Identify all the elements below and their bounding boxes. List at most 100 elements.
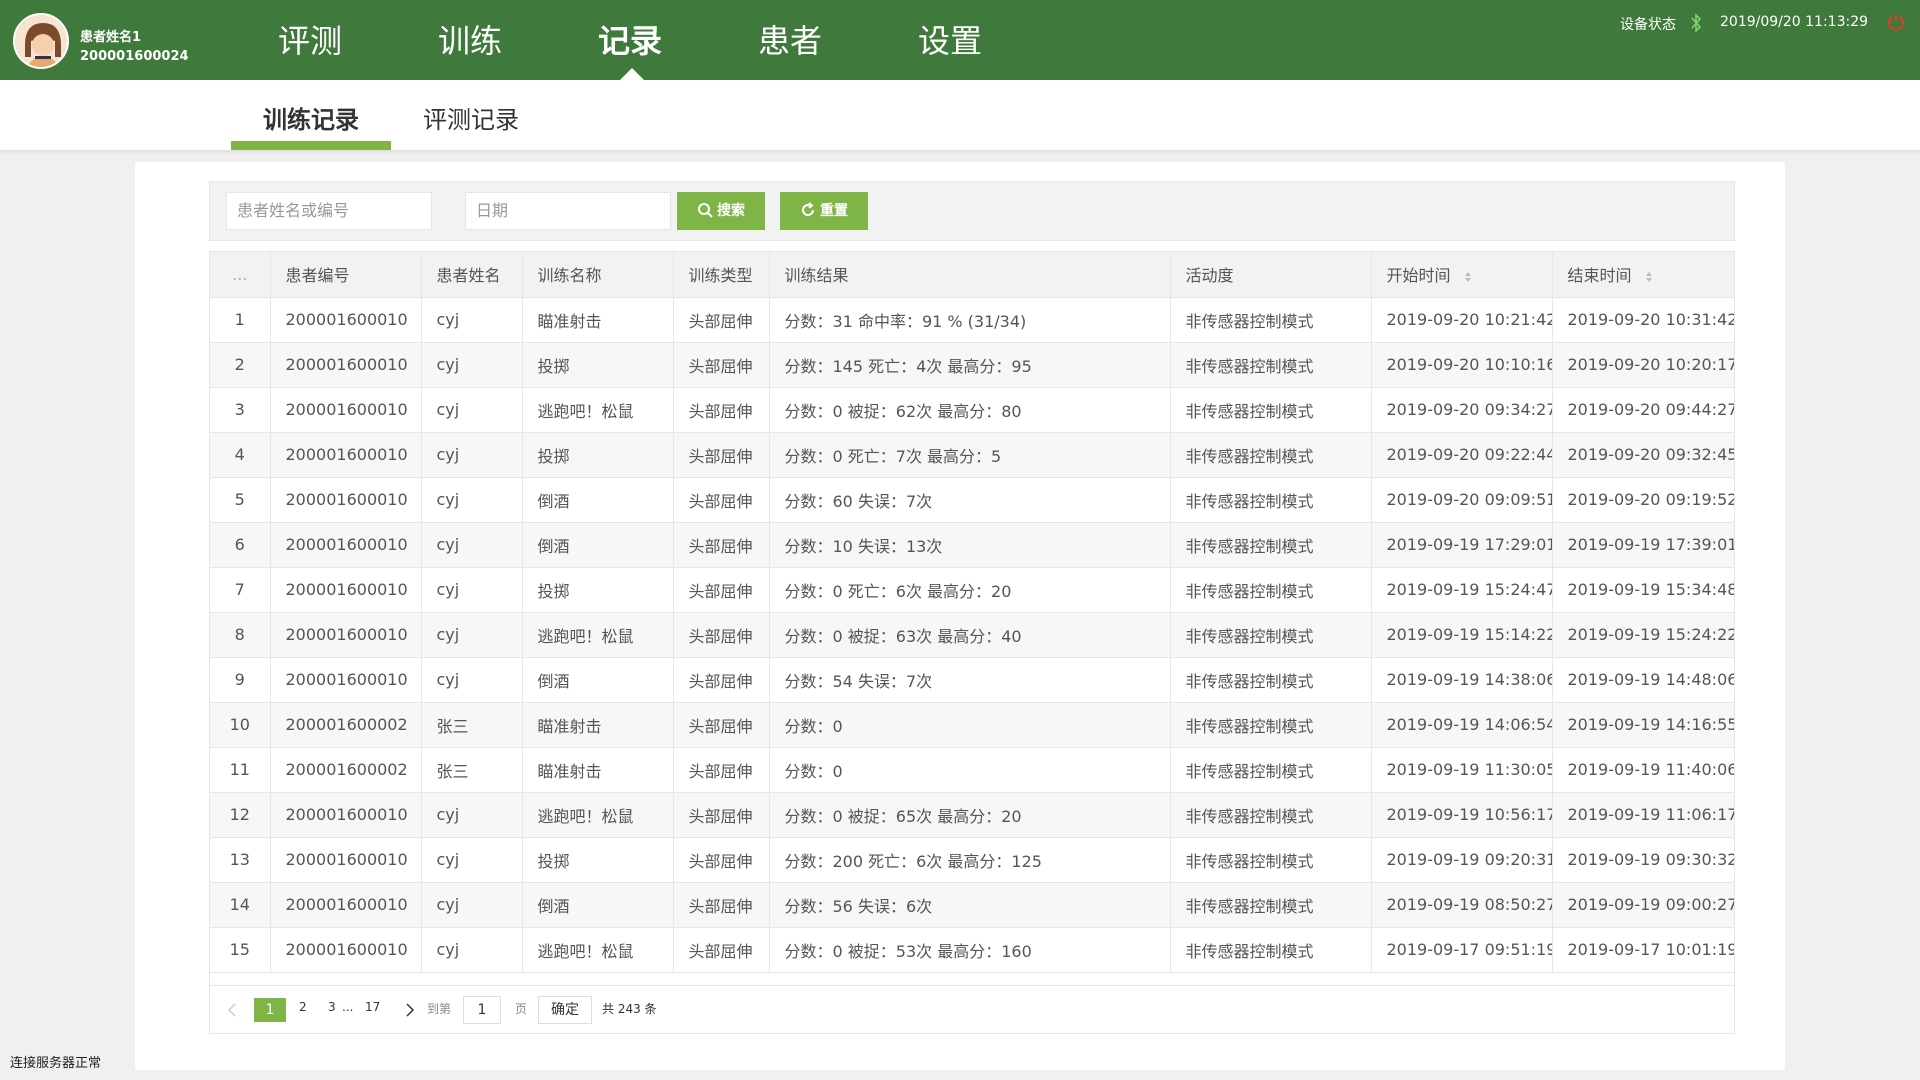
- cell-index: 9: [210, 657, 271, 703]
- cell-start-time: 2019-09-20 09:09:51: [1371, 477, 1553, 523]
- cell-training-result: 分数：56 失误：6次: [769, 882, 1171, 928]
- records-table: ... 患者编号 患者姓名 训练名称 训练类型 训练结果 活动度 开始时间 结束…: [209, 251, 1735, 986]
- page-unit-label: 页: [515, 1002, 528, 1016]
- cell-patient-name: cyj: [421, 477, 523, 523]
- power-icon[interactable]: [1886, 12, 1906, 32]
- cell-patient-name: 张三: [421, 702, 523, 748]
- refresh-icon: [802, 202, 815, 217]
- table-row[interactable]: 13 200001600010 cyj 投掷 头部屈伸 分数：200 死亡：6次 最高分：…: [210, 837, 1735, 883]
- table-row[interactable]: 8 200001600010 cyj 逃跑吧！松鼠 头部屈伸 分数：0 被捉：63次 最高…: [210, 612, 1735, 658]
- cell-index: 7: [210, 567, 271, 613]
- bluetooth-icon: [1691, 13, 1702, 33]
- current-datetime: 2019/09/20 11:13:29: [1720, 14, 1869, 30]
- page-link[interactable]: 2: [299, 1000, 307, 1014]
- table-row[interactable]: 3 200001600010 cyj 逃跑吧！松鼠 头部屈伸 分数：0 被捉：62次 最高…: [210, 387, 1735, 433]
- cell-training-result: 分数：60 失误：7次: [769, 477, 1171, 523]
- cell-patient-name: cyj: [421, 522, 523, 568]
- table-row[interactable]: 6 200001600010 cyj 倒酒 头部屈伸 分数：10 失误：13次 非传感器控制…: [210, 522, 1735, 568]
- cell-start-time: 2019-09-19 11:30:05: [1371, 747, 1553, 793]
- tab-training-records[interactable]: 训练记录: [231, 100, 391, 150]
- nav-training[interactable]: 训练: [438, 18, 502, 64]
- cell-index: 4: [210, 432, 271, 478]
- cell-training-type: 头部屈伸: [673, 927, 770, 973]
- cell-patient-id: 200001600010: [270, 882, 422, 928]
- cell-training-type: 头部屈伸: [673, 522, 770, 568]
- cell-patient-id: 200001600010: [270, 612, 422, 658]
- table-row[interactable]: 12 200001600010 cyj 逃跑吧！松鼠 头部屈伸 分数：0 被捉：65次 最…: [210, 792, 1735, 838]
- goto-page-input[interactable]: 1: [463, 996, 501, 1024]
- cell-end-time: 2019-09-19 14:16:55: [1552, 702, 1735, 748]
- table-row[interactable]: 7 200001600010 cyj 投掷 头部屈伸 分数：0 死亡：6次 最高分：20 非…: [210, 567, 1735, 613]
- table-row[interactable]: 11 200001600002 张三 瞄准射击 头部屈伸 分数：0 非传感器控制模式 2019…: [210, 747, 1735, 793]
- table-row[interactable]: 5 200001600010 cyj 倒酒 头部屈伸 分数：60 失误：7次 非传感器控制模…: [210, 477, 1735, 523]
- cell-training-result: 分数：31 命中率：91 % (31/34): [769, 297, 1171, 343]
- user-avatar[interactable]: [13, 13, 69, 69]
- cell-activity: 非传感器控制模式: [1170, 837, 1372, 883]
- cell-training-name: 倒酒: [522, 522, 674, 568]
- cell-training-name: 投掷: [522, 837, 674, 883]
- cell-index: 11: [210, 747, 271, 793]
- cell-patient-id: 200001600010: [270, 432, 422, 478]
- table-row[interactable]: 14 200001600010 cyj 倒酒 头部屈伸 分数：56 失误：6次 非传感器控制…: [210, 882, 1735, 928]
- cell-index: 1: [210, 297, 271, 343]
- server-status: 连接服务器正常: [10, 1056, 102, 1071]
- cell-training-name: 倒酒: [522, 477, 674, 523]
- patient-search-input[interactable]: 患者姓名或编号: [226, 192, 432, 230]
- confirm-page-button[interactable]: 确定: [538, 996, 592, 1024]
- cell-end-time: 2019-09-19 09:30:32: [1552, 837, 1735, 883]
- col-end-time[interactable]: 结束时间: [1552, 252, 1735, 298]
- cell-index: 5: [210, 477, 271, 523]
- table-row[interactable]: 10 200001600002 张三 瞄准射击 头部屈伸 分数：0 非传感器控制模式 2019…: [210, 702, 1735, 748]
- table-row[interactable]: 2 200001600010 cyj 投掷 头部屈伸 分数：145 死亡：4次 最高分：9…: [210, 342, 1735, 388]
- nav-records[interactable]: 记录: [598, 18, 662, 64]
- table-row[interactable]: 9 200001600010 cyj 倒酒 头部屈伸 分数：54 失误：7次 非传感器控制模…: [210, 657, 1735, 703]
- table-row[interactable]: 4 200001600010 cyj 投掷 头部屈伸 分数：0 死亡：7次 最高分：5 非传…: [210, 432, 1735, 478]
- records-panel: 患者姓名或编号 日期 搜索 重置 ... 患者编号 患者姓名 训练名称 训练类型…: [135, 162, 1785, 1070]
- cell-patient-id: 200001600010: [270, 657, 422, 703]
- cell-start-time: 2019-09-19 14:06:54: [1371, 702, 1553, 748]
- cell-training-result: 分数：0 被捉：63次 最高分：40: [769, 612, 1171, 658]
- cell-training-type: 头部屈伸: [673, 702, 770, 748]
- sort-icon[interactable]: [1464, 271, 1472, 283]
- next-page-icon[interactable]: [406, 1003, 414, 1017]
- cell-end-time: 2019-09-19 17:39:01: [1552, 522, 1735, 568]
- date-input[interactable]: 日期: [465, 192, 671, 230]
- tab-evaluation-records[interactable]: 评测记录: [391, 100, 551, 150]
- cell-patient-name: 张三: [421, 747, 523, 793]
- cell-end-time: 2019-09-17 10:01:19: [1552, 927, 1735, 973]
- col-start-time[interactable]: 开始时间: [1371, 252, 1553, 298]
- cell-index: 8: [210, 612, 271, 658]
- nav-patients[interactable]: 患者: [758, 18, 822, 64]
- page-link[interactable]: 3: [328, 1000, 336, 1014]
- search-button[interactable]: 搜索: [677, 192, 765, 230]
- cell-index: 10: [210, 702, 271, 748]
- active-nav-caret: [620, 68, 644, 80]
- reset-button[interactable]: 重置: [780, 192, 868, 230]
- cell-training-name: 逃跑吧！松鼠: [522, 387, 674, 433]
- cell-start-time: 2019-09-20 10:21:42: [1371, 297, 1553, 343]
- nav-settings[interactable]: 设置: [918, 18, 982, 64]
- user-name: 患者姓名1: [80, 30, 142, 45]
- cell-patient-id: 200001600010: [270, 837, 422, 883]
- page-current[interactable]: 1: [254, 998, 286, 1022]
- cell-patient-name: cyj: [421, 792, 523, 838]
- cell-activity: 非传感器控制模式: [1170, 432, 1372, 478]
- cell-activity: 非传感器控制模式: [1170, 567, 1372, 613]
- cell-end-time: 2019-09-19 11:06:17: [1552, 792, 1735, 838]
- sort-icon[interactable]: [1645, 271, 1653, 283]
- table-row[interactable]: 1 200001600010 cyj 瞄准射击 头部屈伸 分数：31 命中率：91 % (…: [210, 297, 1735, 343]
- cell-training-type: 头部屈伸: [673, 882, 770, 928]
- page-link[interactable]: 17: [365, 1000, 380, 1014]
- cell-patient-id: 200001600010: [270, 522, 422, 568]
- cell-start-time: 2019-09-19 08:50:27: [1371, 882, 1553, 928]
- cell-activity: 非传感器控制模式: [1170, 882, 1372, 928]
- table-row[interactable]: 15 200001600010 cyj 逃跑吧！松鼠 头部屈伸 分数：0 被捉：53次 最…: [210, 927, 1735, 973]
- cell-index: 14: [210, 882, 271, 928]
- nav-evaluate[interactable]: 评测: [278, 18, 342, 64]
- cell-training-type: 头部屈伸: [673, 792, 770, 838]
- cell-patient-id: 200001600002: [270, 702, 422, 748]
- cell-activity: 非传感器控制模式: [1170, 927, 1372, 973]
- cell-training-type: 头部屈伸: [673, 432, 770, 478]
- search-icon: [698, 203, 713, 218]
- prev-page-icon[interactable]: [228, 1003, 236, 1017]
